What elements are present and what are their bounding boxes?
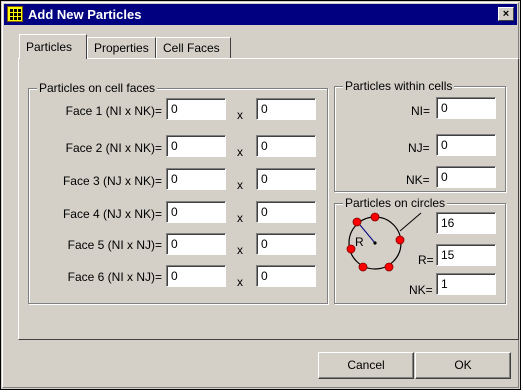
circle-center bbox=[373, 241, 377, 245]
tab-properties-label: Properties bbox=[94, 41, 149, 55]
nk-field[interactable]: 0 bbox=[436, 166, 496, 188]
nj-field[interactable]: 0 bbox=[436, 134, 496, 156]
face-1-label: Face 1 (NI x NK)= bbox=[65, 104, 162, 118]
tab-particles-label: Particles bbox=[26, 40, 73, 54]
face-1-a-field[interactable]: 0 bbox=[166, 98, 226, 120]
face-1-x: x bbox=[237, 108, 243, 122]
dialog-window: Add New Particles × Particles Properties… bbox=[0, 0, 521, 390]
tab-cell-faces[interactable]: Cell Faces bbox=[156, 37, 231, 58]
cancel-button[interactable]: Cancel bbox=[318, 352, 414, 379]
face-2-b-field[interactable]: 0 bbox=[256, 135, 316, 157]
face-4-label: Face 4 (NJ x NK)= bbox=[62, 207, 162, 221]
face-3-b-field[interactable]: 0 bbox=[256, 168, 316, 190]
radius-label: R bbox=[355, 235, 364, 249]
circle-count-field[interactable]: 16 bbox=[436, 212, 496, 234]
face-6-label: Face 6 (NI x NJ)= bbox=[67, 270, 162, 284]
title-bar[interactable]: Add New Particles × bbox=[4, 4, 517, 25]
cancel-button-label: Cancel bbox=[347, 358, 385, 372]
close-icon: × bbox=[502, 8, 510, 20]
particle-dot bbox=[384, 262, 394, 272]
face-2-label: Face 2 (NI x NK)= bbox=[65, 141, 162, 155]
circle-nk-field[interactable]: 1 bbox=[436, 273, 496, 295]
face-3-label: Face 3 (NJ x NK)= bbox=[62, 174, 162, 188]
particle-dot bbox=[346, 244, 356, 254]
face-2-x: x bbox=[237, 145, 243, 159]
circle-nk-label: NK= bbox=[409, 283, 433, 297]
r-label: R= bbox=[418, 253, 434, 267]
circles-group-label: Particles on circles bbox=[343, 196, 448, 210]
r-field[interactable]: 15 bbox=[436, 244, 496, 266]
face-4-b-field[interactable]: 0 bbox=[256, 201, 316, 223]
face-6-b-field[interactable]: 0 bbox=[256, 265, 316, 287]
particle-dot bbox=[370, 212, 380, 222]
tab-properties[interactable]: Properties bbox=[87, 37, 156, 58]
face-5-label: Face 5 (NI x NJ)= bbox=[67, 238, 162, 252]
particle-dot bbox=[358, 262, 368, 272]
within-cells-group-label: Particles within cells bbox=[343, 79, 455, 93]
face-5-x: x bbox=[237, 243, 243, 257]
ni-label: NI= bbox=[411, 104, 431, 118]
ok-button[interactable]: OK bbox=[415, 352, 511, 379]
ni-field[interactable]: 0 bbox=[436, 97, 496, 119]
face-4-x: x bbox=[237, 211, 243, 225]
ok-button-label: OK bbox=[454, 358, 472, 372]
face-3-x: x bbox=[237, 178, 243, 192]
circle-diagram: R bbox=[346, 212, 422, 272]
face-2-a-field[interactable]: 0 bbox=[166, 135, 226, 157]
faces-group-label: Particles on cell faces bbox=[37, 81, 158, 95]
tab-cell-faces-label: Cell Faces bbox=[163, 41, 220, 55]
face-3-a-field[interactable]: 0 bbox=[166, 168, 226, 190]
particle-dot bbox=[352, 217, 362, 227]
particle-dot bbox=[395, 235, 405, 245]
nj-label: NJ= bbox=[408, 141, 430, 155]
face-1-b-field[interactable]: 0 bbox=[256, 98, 316, 120]
face-5-b-field[interactable]: 0 bbox=[256, 233, 316, 255]
close-button[interactable]: × bbox=[498, 7, 514, 21]
nk-label: NK= bbox=[406, 173, 430, 187]
tab-particles[interactable]: Particles bbox=[19, 34, 87, 59]
window-title: Add New Particles bbox=[28, 7, 142, 22]
count-leader-line bbox=[399, 212, 422, 232]
app-grid-icon bbox=[7, 6, 23, 22]
face-4-a-field[interactable]: 0 bbox=[166, 201, 226, 223]
face-6-a-field[interactable]: 0 bbox=[166, 265, 226, 287]
face-5-a-field[interactable]: 0 bbox=[166, 233, 226, 255]
face-6-x: x bbox=[237, 275, 243, 289]
